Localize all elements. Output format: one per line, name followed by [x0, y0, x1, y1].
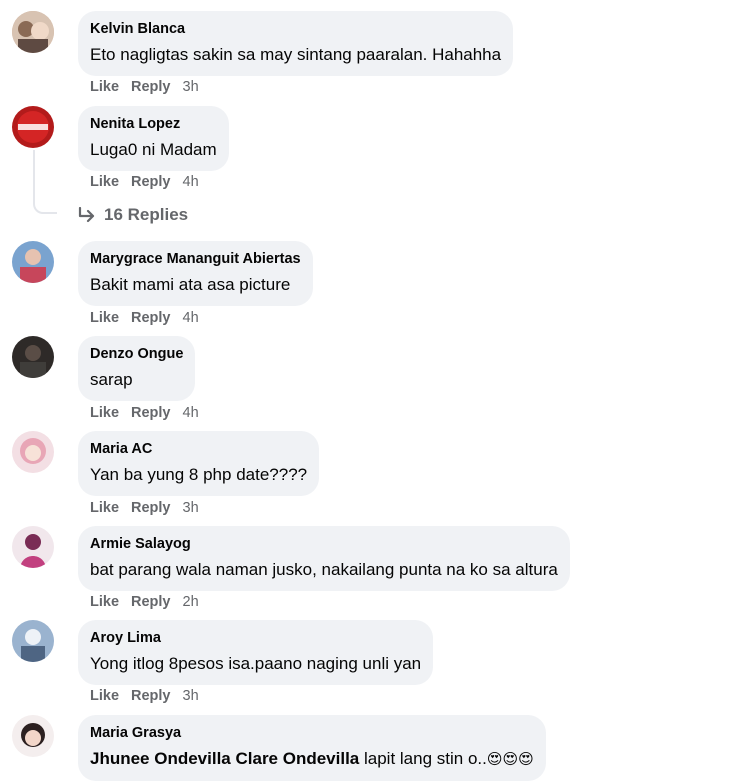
avatar-image: [12, 431, 54, 473]
reply-button[interactable]: Reply: [131, 405, 171, 421]
avatar[interactable]: [12, 526, 54, 568]
avatar[interactable]: [12, 431, 54, 473]
comment-author[interactable]: Maria Grasya: [90, 724, 534, 742]
avatar[interactable]: [12, 715, 54, 757]
comment-time[interactable]: 3h: [183, 688, 199, 704]
avatar-image: [12, 715, 54, 757]
avatar[interactable]: [12, 11, 54, 53]
comment-time[interactable]: 4h: [183, 310, 199, 326]
thread-connector: [33, 150, 57, 214]
like-button[interactable]: Like: [90, 500, 119, 516]
like-button[interactable]: Like: [90, 174, 119, 190]
avatar-image: [12, 241, 54, 283]
comment-time[interactable]: 2h: [183, 594, 199, 610]
comment-text: Bakit mami ata asa picture: [90, 275, 291, 294]
comment-text: Yong itlog 8pesos isa.paano naging unli …: [90, 654, 422, 673]
avatar[interactable]: [12, 106, 54, 148]
heart-eyes-emoji: 😍😍😍: [486, 751, 534, 768]
comment-author[interactable]: Aroy Lima: [90, 629, 421, 647]
reply-button[interactable]: Reply: [131, 310, 171, 326]
comment-author[interactable]: Maria AC: [90, 440, 307, 458]
comment-author[interactable]: Marygrace Mananguit Abiertas: [90, 250, 301, 268]
comment-text: bat parang wala naman jusko, nakailang p…: [90, 560, 558, 579]
like-button[interactable]: Like: [90, 594, 119, 610]
comment-text: Yan ba yung 8 php date????: [90, 465, 308, 484]
comment-author[interactable]: Nenita Lopez: [90, 115, 217, 133]
comment-actions: Like Reply 3h: [90, 79, 199, 95]
avatar-image: [12, 620, 54, 662]
comment-actions: Like Reply 3h: [90, 688, 199, 704]
comment-author[interactable]: Denzo Ongue: [90, 345, 183, 363]
comment-actions: Like Reply 4h: [90, 405, 199, 421]
comment-text: Jhunee Ondevilla Clare Ondevilla lapit l…: [90, 748, 534, 771]
reply-button[interactable]: Reply: [131, 688, 171, 704]
avatar[interactable]: [12, 336, 54, 378]
comment-bubble: Aroy Lima Yong itlog 8pesos isa.paano na…: [78, 620, 434, 685]
comment-text: Eto nagligtas sakin sa may sintang paara…: [90, 45, 502, 64]
comment-text: sarap: [90, 370, 133, 389]
reply-button[interactable]: Reply: [131, 594, 171, 610]
comment-bubble: Marygrace Mananguit Abiertas Bakit mami …: [78, 241, 313, 306]
comment-actions: Like Reply 4h: [90, 174, 199, 190]
comment-bubble: Kelvin Blanca Eto nagligtas sakin sa may…: [78, 11, 514, 76]
comment-text: Luga0 ni Madam: [90, 140, 217, 159]
like-button[interactable]: Like: [90, 405, 119, 421]
comment-actions: Like Reply 4h: [90, 310, 199, 326]
view-replies-link[interactable]: 16 Replies: [78, 205, 188, 225]
replies-count[interactable]: 16 Replies: [104, 205, 188, 225]
avatar[interactable]: [12, 241, 54, 283]
avatar[interactable]: [12, 620, 54, 662]
comment-time[interactable]: 4h: [183, 405, 199, 421]
comment-bubble: Nenita Lopez Luga0 ni Madam: [78, 106, 229, 171]
comment-time[interactable]: 3h: [183, 500, 199, 516]
avatar-image: [12, 526, 54, 568]
comment-actions: Like Reply 2h: [90, 594, 199, 610]
mention-link[interactable]: Jhunee Ondevilla Clare Ondevilla: [90, 749, 359, 768]
avatar-image: [12, 106, 54, 148]
comment-author[interactable]: Kelvin Blanca: [90, 20, 501, 38]
reply-button[interactable]: Reply: [131, 174, 171, 190]
like-button[interactable]: Like: [90, 310, 119, 326]
reply-arrow-icon: [78, 207, 95, 223]
reply-button[interactable]: Reply: [131, 500, 171, 516]
comment-time[interactable]: 4h: [183, 174, 199, 190]
comment-time[interactable]: 3h: [183, 79, 199, 95]
comment-text-tail: lapit lang stin o..: [359, 749, 487, 768]
avatar-image: [12, 336, 54, 378]
comment-bubble: Maria AC Yan ba yung 8 php date????: [78, 431, 320, 496]
comment-bubble: Maria Grasya Jhunee Ondevilla Clare Onde…: [78, 715, 546, 781]
comment-actions: Like Reply 3h: [90, 500, 199, 516]
comment-bubble: Denzo Ongue sarap: [78, 336, 196, 401]
comment-bubble: Armie Salayog bat parang wala naman jusk…: [78, 526, 570, 591]
like-button[interactable]: Like: [90, 79, 119, 95]
reply-button[interactable]: Reply: [131, 79, 171, 95]
avatar-image: [12, 11, 54, 53]
like-button[interactable]: Like: [90, 688, 119, 704]
comment-author[interactable]: Armie Salayog: [90, 535, 558, 553]
